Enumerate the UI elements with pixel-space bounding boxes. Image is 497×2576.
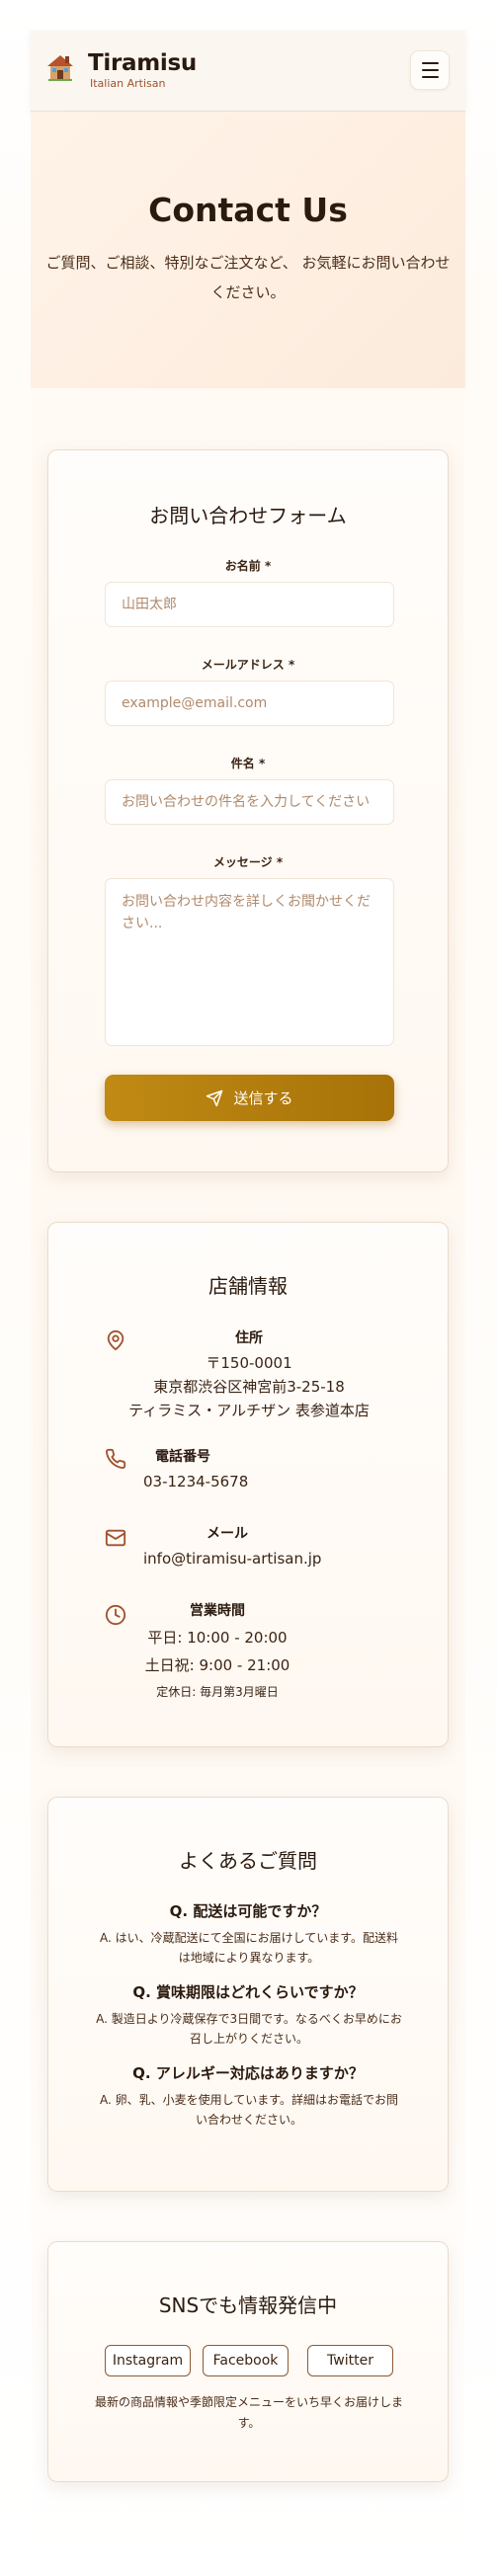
address-store-name: ティラミス・アルチザン 表参道本店 — [128, 1402, 370, 1419]
faq-answer: A. はい、冷蔵配送にて全国にお届けしています。配送料は地域により異なります。 — [99, 1931, 399, 1965]
phone-heading: 電話番号 — [155, 1449, 210, 1465]
email-heading: メール — [207, 1526, 248, 1542]
sns-description: 最新の商品情報や季節限定メニューをいち早くお届けします。 — [94, 2395, 403, 2430]
faq-question: Q. 賞味期限はどれくらいですか？ — [132, 1983, 364, 2001]
form-title: お問い合わせフォーム — [149, 504, 347, 527]
subject-field[interactable] — [105, 779, 394, 825]
twitter-button[interactable]: Twitter — [307, 2345, 393, 2376]
name-label: お名前 * — [224, 559, 272, 573]
sns-card: SNSでも情報発信中 Instagram Facebook Twitter 最新… — [47, 2241, 449, 2482]
house-icon[interactable] — [46, 52, 74, 82]
page-shell: Tiramisu Italian Artisan Contact Us ご質問、… — [31, 31, 465, 2559]
mail-icon — [105, 1529, 126, 1547]
address-line: 東京都渋谷区神宮前3-25-18 — [153, 1378, 345, 1396]
email-label: メールアドレス * — [201, 658, 295, 672]
page-title: Contact Us — [148, 191, 348, 229]
closed-day: 定休日: 毎月第3月曜日 — [156, 1685, 279, 1699]
phone-number[interactable]: 03-1234-5678 — [143, 1470, 341, 1493]
name-field[interactable] — [105, 582, 394, 627]
sns-title: SNSでも情報発信中 — [158, 2294, 338, 2317]
send-icon — [207, 1089, 223, 1106]
brand-name[interactable]: Tiramisu — [88, 50, 197, 76]
email-address[interactable]: info@tiramisu-artisan.jp — [143, 1547, 390, 1570]
page-subtitle: ご質問、ご相談、特別なご注文など、 お気軽にお問い合わせください。 — [45, 254, 451, 301]
address-heading: 住所 — [235, 1330, 263, 1346]
hamburger-menu-icon — [421, 62, 439, 64]
subject-label: 件名 * — [230, 757, 266, 770]
store-info-card: 店舗情報 住所 〒150-0001 東京都渋谷区神宮前3-25-18 ティラミス… — [47, 1222, 449, 1747]
address-zip: 〒150-0001 — [206, 1354, 292, 1372]
hero-section: Contact Us ご質問、ご相談、特別なご注文など、 お気軽にお問い合わせく… — [31, 112, 465, 388]
submit-button[interactable]: 送信する — [105, 1075, 394, 1121]
brand-tagline: Italian Artisan — [90, 77, 166, 90]
instagram-button[interactable]: Instagram — [105, 2345, 191, 2376]
clock-icon — [105, 1604, 126, 1626]
message-field[interactable] — [105, 878, 394, 1046]
contact-form-card: お問い合わせフォーム お名前 * メールアドレス * 件名 * メッセージ * … — [47, 449, 449, 1172]
faq-answer: A. 卵、乳、小麦を使用しています。詳細はお電話でお問い合わせください。 — [99, 2093, 399, 2127]
faq-answer: A. 製造日より冷蔵保存で3日間です。なるべくお早めにお召し上がりください。 — [96, 2012, 402, 2046]
faq-question: Q. アレルギー対応はありますか？ — [132, 2064, 364, 2082]
map-pin-icon — [107, 1329, 124, 1351]
faq-title: よくあるご質問 — [179, 1849, 317, 1873]
email-field[interactable] — [105, 681, 394, 726]
faq-card: よくあるご質問 Q. 配送は可能ですか？ A. はい、冷蔵配送にて全国にお届けし… — [47, 1797, 449, 2192]
hours-weekday: 平日: 10:00 - 20:00 — [147, 1629, 288, 1647]
message-label: メッセージ * — [212, 855, 284, 869]
hours-heading: 営業時間 — [190, 1603, 245, 1619]
facebook-button[interactable]: Facebook — [203, 2345, 289, 2376]
submit-label: 送信する — [233, 1089, 293, 1107]
store-info-title: 店舗情報 — [208, 1274, 288, 1298]
hamburger-menu-icon-bar — [421, 76, 439, 78]
page: Tiramisu Italian Artisan Contact Us ご質問、… — [0, 0, 497, 2576]
phone-icon — [106, 1448, 126, 1469]
hours-weekend: 土日祝: 9:00 - 21:00 — [144, 1656, 290, 1674]
hamburger-menu-button[interactable] — [410, 50, 450, 90]
site-header: Tiramisu Italian Artisan — [31, 31, 465, 112]
faq-question: Q. 配送は可能ですか？ — [169, 1902, 327, 1920]
hamburger-menu-icon-bar — [421, 69, 439, 71]
